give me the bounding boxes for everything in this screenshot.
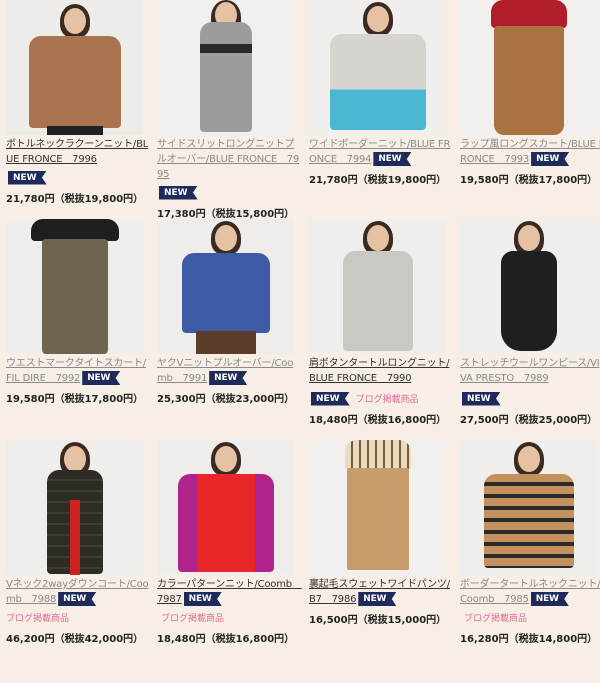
new-badge: NEW [530,592,569,606]
product-card[interactable]: ヤクVニットプルオーバー/Coomb 7991 NEW 25,300円（税抜23,… [157,219,302,405]
new-badge: NEW [159,185,198,200]
blog-label[interactable]: ブログ掲載商品 [464,611,527,624]
product-card[interactable]: Vネック2wayダウンコート/Coomb 7988 NEW ブログ掲載商品 46,… [6,440,151,645]
product-photo[interactable] [157,219,294,354]
product-photo[interactable] [309,219,446,354]
product-title[interactable]: 肩ボタンタートルロングニット/BLUE FRONCE 7990 [309,356,454,386]
product-title[interactable]: ラップ風ロングスカート/BLUE FRONCE 7993 NEW [460,137,600,167]
product-price: 27,500円（税抜25,000円） [460,415,598,426]
product-photo[interactable] [460,440,597,575]
new-badge: NEW [8,170,47,185]
product-title[interactable]: カラーパターンニット/Coomb 7987 NEW [157,577,302,607]
product-card[interactable]: カラーパターンニット/Coomb 7987 NEW ブログ掲載商品 18,480円… [157,440,302,645]
product-title[interactable]: ストレッチウールワンピース/VIVA PRESTO 7989 [460,356,600,386]
product-photo[interactable] [309,0,446,135]
product-title[interactable]: サイドスリットロングニットプルオーバー/BLUE FRONCE 7995 [157,137,302,182]
product-card[interactable]: 裏起毛スウェットワイドパンツ/B7 7986 NEW 16,500円（税抜15,0… [309,440,454,626]
product-price: 16,280円（税抜14,800円） [460,634,598,645]
new-badge: NEW [209,371,248,385]
product-title[interactable]: ヤクVニットプルオーバー/Coomb 7991 NEW [157,356,302,386]
product-card[interactable]: ボーダータートルネックニット/Coomb 7985 NEW ブログ掲載商品 16,… [460,440,600,645]
product-price: 18,480円（税抜16,800円） [157,634,295,645]
product-title[interactable]: 裏起毛スウェットワイドパンツ/B7 7986 NEW [309,577,454,607]
product-price: 21,780円（税抜19,800円） [6,194,144,205]
product-title[interactable]: ワイドボーダーニット/BLUE FRONCE 7994 NEW [309,137,454,167]
new-badge: NEW [358,592,397,606]
new-badge: NEW [373,152,412,166]
product-price: 18,480円（税抜16,800円） [309,415,447,426]
product-photo[interactable] [157,0,294,135]
new-badge: NEW [311,391,350,406]
product-title[interactable]: ウエストマークタイトスカート/FIL DIRE 7992 NEW [6,356,151,386]
product-price: 46,200円（税抜42,000円） [6,634,144,645]
product-card[interactable]: サイドスリットロングニットプルオーバー/BLUE FRONCE 7995 NEW… [157,0,302,220]
blog-label[interactable]: ブログ掲載商品 [161,611,224,624]
product-photo[interactable] [6,440,143,575]
new-badge: NEW [183,592,222,606]
new-badge: NEW [58,592,97,606]
product-card[interactable]: ストレッチウールワンピース/VIVA PRESTO 7989 NEW 27,50… [460,219,600,426]
product-title[interactable]: Vネック2wayダウンコート/Coomb 7988 NEW [6,577,151,607]
product-card[interactable]: ラップ風ロングスカート/BLUE FRONCE 7993 NEW 19,580円（… [460,0,600,186]
product-card[interactable]: 肩ボタンタートルロングニット/BLUE FRONCE 7990 NEW ブログ掲載… [309,219,454,426]
product-title[interactable]: ボーダータートルネックニット/Coomb 7985 NEW [460,577,600,607]
product-card[interactable]: ワイドボーダーニット/BLUE FRONCE 7994 NEW 21,780円（税… [309,0,454,186]
product-card[interactable]: ボトルネックラクーンニット/BLUE FRONCE 7996 NEW 21,78… [6,0,151,205]
product-photo[interactable] [157,440,294,575]
product-card[interactable]: ウエストマークタイトスカート/FIL DIRE 7992 NEW 19,580円（… [6,219,151,405]
product-price: 25,300円（税抜23,000円） [157,394,295,405]
product-photo[interactable] [460,0,597,135]
product-price: 21,780円（税抜19,800円） [309,175,447,186]
product-price: 16,500円（税抜15,000円） [309,615,447,626]
new-badge: NEW [462,391,501,406]
product-price: 19,580円（税抜17,800円） [6,394,144,405]
product-price: 19,580円（税抜17,800円） [460,175,598,186]
product-title[interactable]: ボトルネックラクーンニット/BLUE FRONCE 7996 [6,137,151,167]
new-badge: NEW [82,371,121,385]
product-photo[interactable] [6,219,143,354]
blog-label[interactable]: ブログ掲載商品 [356,392,419,405]
product-photo[interactable] [309,440,446,575]
product-photo[interactable] [460,219,597,354]
new-badge: NEW [531,152,570,166]
product-photo[interactable] [6,0,143,135]
blog-label[interactable]: ブログ掲載商品 [6,611,69,624]
product-price: 17,380円（税抜15,800円） [157,209,295,220]
